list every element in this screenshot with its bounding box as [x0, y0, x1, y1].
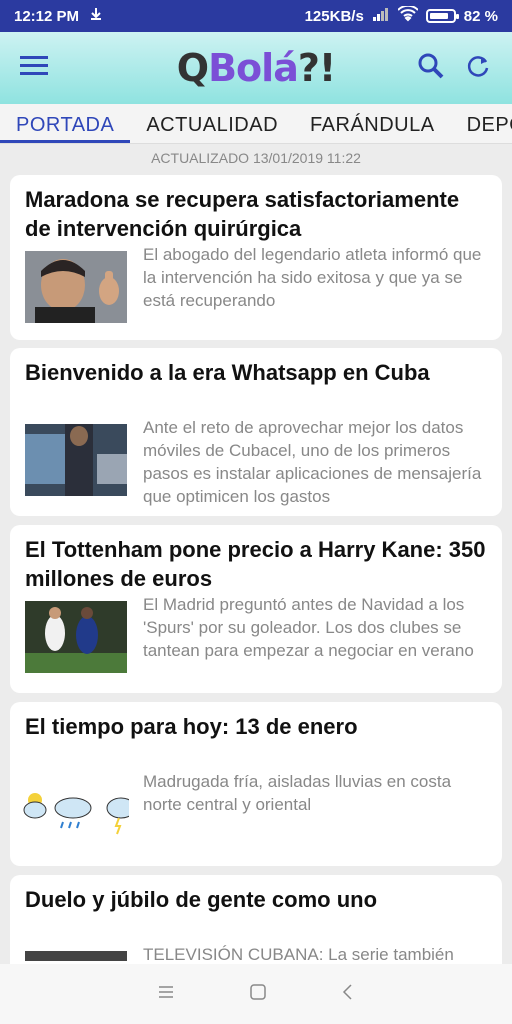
article-summary: El Madrid preguntó antes de Navidad a lo…	[143, 595, 474, 660]
article-summary: El abogado del legendario atleta informó…	[143, 245, 482, 310]
refresh-icon[interactable]	[464, 52, 492, 85]
recents-button[interactable]	[157, 984, 175, 1005]
article-title[interactable]: Duelo y júbilo de gente como uno	[25, 885, 487, 914]
article-card[interactable]: Duelo y júbilo de gente como uno TELEVIS…	[10, 875, 502, 975]
article-thumbnail[interactable]	[25, 424, 127, 496]
weather-icons[interactable]	[23, 788, 136, 838]
article-card[interactable]: Maradona se recupera satisfactoriamente …	[10, 175, 502, 340]
menu-icon[interactable]	[20, 55, 48, 82]
network-speed: 125KB/s	[304, 7, 364, 25]
article-summary: TELEVISIÓN CUBANA: La serie también	[143, 945, 454, 964]
category-tabs: PORTADA ACTUALIDAD FARÁNDULA DEPORTES	[0, 104, 512, 144]
article-thumbnail[interactable]	[25, 251, 127, 323]
back-button[interactable]	[341, 983, 355, 1006]
article-summary: Madrugada fría, aisladas lluvias en cost…	[143, 772, 452, 814]
article-card[interactable]: El tiempo para hoy: 13 de enero Madrugad…	[10, 702, 502, 866]
app-bar: QBolá?!	[0, 32, 512, 104]
tab-portada[interactable]: PORTADA	[0, 104, 131, 143]
updated-timestamp: ACTUALIZADO 13/01/2019 11:22	[151, 150, 361, 166]
search-icon[interactable]	[416, 51, 446, 86]
article-card[interactable]: Bienvenido a la era Whatsapp en Cuba Ant…	[10, 348, 502, 516]
article-title[interactable]: El Tottenham pone precio a Harry Kane: 3…	[25, 535, 487, 593]
signal-icon	[372, 7, 390, 25]
download-icon	[89, 7, 103, 25]
article-summary: Ante el reto de aprovechar mejor los dat…	[143, 418, 482, 506]
system-nav-bar	[0, 964, 512, 1024]
battery-percent: 82 %	[463, 7, 498, 25]
status-bar: 12:12 PM 125KB/s 82 %	[0, 0, 512, 32]
article-card[interactable]: El Tottenham pone precio a Harry Kane: 3…	[10, 525, 502, 693]
article-title[interactable]: Bienvenido a la era Whatsapp en Cuba	[25, 358, 487, 387]
article-title[interactable]: Maradona se recupera satisfactoriamente …	[25, 185, 487, 243]
status-time: 12:12 PM	[14, 7, 80, 25]
article-thumbnail[interactable]	[25, 601, 127, 673]
tab-actualidad[interactable]: ACTUALIDAD	[130, 104, 294, 143]
article-thumbnail[interactable]	[25, 951, 127, 961]
home-button[interactable]	[249, 983, 267, 1006]
tab-deportes[interactable]: DEPORTES	[451, 104, 512, 143]
battery-fill	[429, 13, 448, 19]
article-title[interactable]: El tiempo para hoy: 13 de enero	[25, 712, 487, 741]
tab-farandula[interactable]: FARÁNDULA	[294, 104, 451, 143]
battery-icon	[425, 9, 459, 23]
wifi-icon	[397, 4, 419, 26]
